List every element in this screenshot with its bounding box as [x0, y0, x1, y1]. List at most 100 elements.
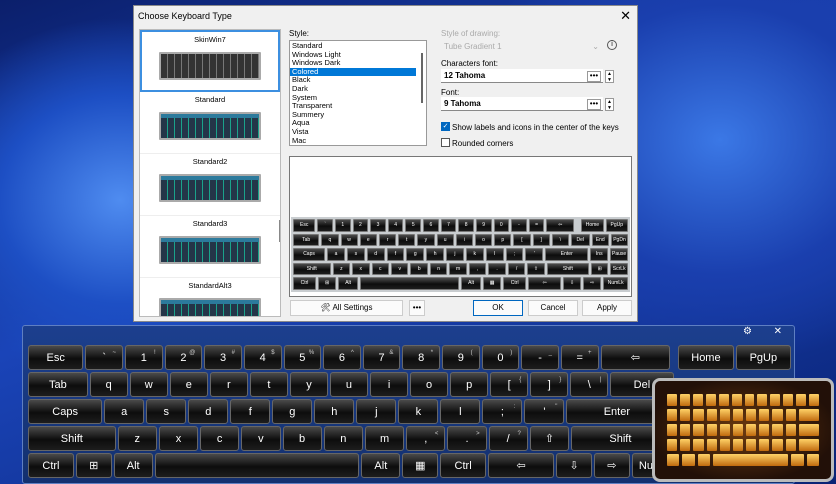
key-s[interactable]: s: [346, 248, 365, 261]
key-'[interactable]: ': [525, 248, 544, 261]
key-b[interactable]: b: [282, 426, 322, 451]
key-.[interactable]: .: [488, 262, 506, 275]
key-z[interactable]: z: [332, 262, 351, 275]
key-4[interactable]: 4: [387, 219, 404, 232]
key-Esc[interactable]: Esc: [293, 219, 316, 232]
key-1[interactable]: 1: [335, 219, 351, 232]
key-d[interactable]: d: [188, 399, 229, 424]
key-u[interactable]: u: [436, 233, 454, 246]
key-v[interactable]: v: [241, 426, 281, 451]
key-⊞[interactable]: ⊞: [75, 453, 112, 478]
key-9[interactable]: 9: [475, 219, 492, 232]
key-7[interactable]: 7 &: [362, 345, 401, 370]
key-h[interactable]: h: [314, 399, 355, 424]
key-r[interactable]: r: [209, 372, 248, 397]
style-option[interactable]: Vista: [290, 127, 426, 137]
key-c[interactable]: c: [371, 262, 389, 275]
key-v[interactable]: v: [391, 262, 409, 275]
key-.[interactable]: . >: [447, 426, 487, 451]
key-\[interactable]: \ |: [570, 372, 609, 397]
key-4[interactable]: 4 $: [243, 345, 282, 370]
key-space[interactable]: [360, 277, 460, 290]
chars-font-spinner[interactable]: ▲ ▼: [605, 70, 614, 83]
key-⇦[interactable]: ⇦: [528, 277, 561, 290]
key-t[interactable]: t: [249, 372, 288, 397]
key-e[interactable]: e: [359, 233, 377, 246]
key-k[interactable]: k: [465, 248, 484, 261]
key-3[interactable]: 3 #: [204, 345, 242, 370]
key-m[interactable]: m: [364, 426, 405, 451]
key-l[interactable]: l: [485, 248, 504, 261]
key-Home[interactable]: Home: [678, 345, 734, 370]
key-a[interactable]: a: [104, 399, 145, 424]
key-6[interactable]: 6 ^: [323, 345, 361, 370]
key-⇦[interactable]: ⇦: [546, 219, 575, 232]
key-⊞[interactable]: ⊞: [318, 277, 337, 290]
key-8[interactable]: 8 *: [402, 345, 441, 370]
key-2[interactable]: 2 @: [164, 345, 203, 370]
key-6[interactable]: 6: [423, 219, 439, 232]
key-⇩[interactable]: ⇩: [562, 277, 582, 290]
key-`[interactable]: ` ~: [85, 345, 124, 370]
key-PgDn[interactable]: PgDn: [610, 233, 629, 246]
key-`[interactable]: `: [317, 219, 334, 232]
key-o[interactable]: o: [410, 372, 449, 397]
key-Shift[interactable]: Shift: [546, 262, 589, 275]
key-[[interactable]: [{: [490, 372, 529, 397]
theme-item[interactable]: StandardAlt3: [140, 278, 280, 316]
scrollbar[interactable]: [421, 53, 423, 103]
key-Tab[interactable]: Tab: [293, 233, 320, 246]
style-option[interactable]: Black: [290, 76, 426, 85]
key-Ctrl[interactable]: Ctrl: [440, 453, 487, 478]
key-n[interactable]: n: [429, 262, 448, 275]
key-e[interactable]: e: [169, 372, 208, 397]
key-0[interactable]: 0: [493, 219, 510, 232]
cancel-button[interactable]: Cancel: [528, 300, 578, 316]
key-3[interactable]: 3: [370, 219, 386, 232]
close-icon[interactable]: ✕: [620, 8, 631, 24]
drawing-style-select[interactable]: Tube Gradient 1 ⌄: [441, 40, 603, 54]
key-Alt[interactable]: Alt: [113, 453, 153, 478]
key-,[interactable]: ,: [468, 262, 487, 275]
key-⊞[interactable]: ⊞: [590, 262, 609, 275]
theme-item[interactable]: Standard3: [140, 216, 280, 278]
key-⇨[interactable]: ⇨: [583, 277, 602, 290]
key-1[interactable]: 1!: [125, 345, 163, 370]
key-g[interactable]: g: [406, 248, 425, 261]
key-t[interactable]: t: [398, 233, 416, 246]
key-i[interactable]: i: [370, 372, 409, 397]
key-j[interactable]: j: [446, 248, 464, 261]
key-⇦[interactable]: ⇦: [600, 345, 671, 370]
key-ScrLk[interactable]: ScrLk: [610, 262, 628, 275]
key-Shift[interactable]: Shift: [293, 262, 331, 275]
key-;[interactable]: ;: [505, 248, 524, 261]
gear-icon[interactable]: ⚙: [743, 326, 752, 337]
key-o[interactable]: o: [474, 233, 493, 246]
key-/[interactable]: /: [507, 262, 526, 275]
key-a[interactable]: a: [327, 248, 345, 261]
key-space[interactable]: [154, 453, 360, 478]
key-][interactable]: ]}: [530, 372, 569, 397]
key-j[interactable]: j: [356, 399, 397, 424]
key-Ctrl[interactable]: Ctrl: [293, 277, 317, 290]
font-field[interactable]: 9 Tahoma: [441, 97, 603, 111]
key-8[interactable]: 8: [458, 219, 474, 232]
key-=[interactable]: =: [528, 219, 545, 232]
key-7[interactable]: 7: [440, 219, 457, 232]
key-⇧[interactable]: ⇧: [527, 262, 545, 275]
key-9[interactable]: 9(: [442, 345, 480, 370]
key-⇨[interactable]: ⇨: [593, 453, 630, 478]
key-⇧[interactable]: ⇧: [529, 426, 570, 451]
ok-button[interactable]: OK: [473, 300, 523, 316]
key-▦[interactable]: ▦: [402, 453, 439, 478]
key-][interactable]: ]: [532, 233, 550, 246]
font-browse-button[interactable]: •••: [587, 99, 601, 110]
key-k[interactable]: k: [398, 399, 439, 424]
key-y[interactable]: y: [417, 233, 435, 246]
key-2[interactable]: 2: [352, 219, 369, 232]
key-;[interactable]: ;:: [482, 399, 523, 424]
key-x[interactable]: x: [352, 262, 370, 275]
info-icon[interactable]: i: [607, 40, 617, 50]
key-Alt[interactable]: Alt: [361, 453, 401, 478]
key-l[interactable]: l: [440, 399, 481, 424]
